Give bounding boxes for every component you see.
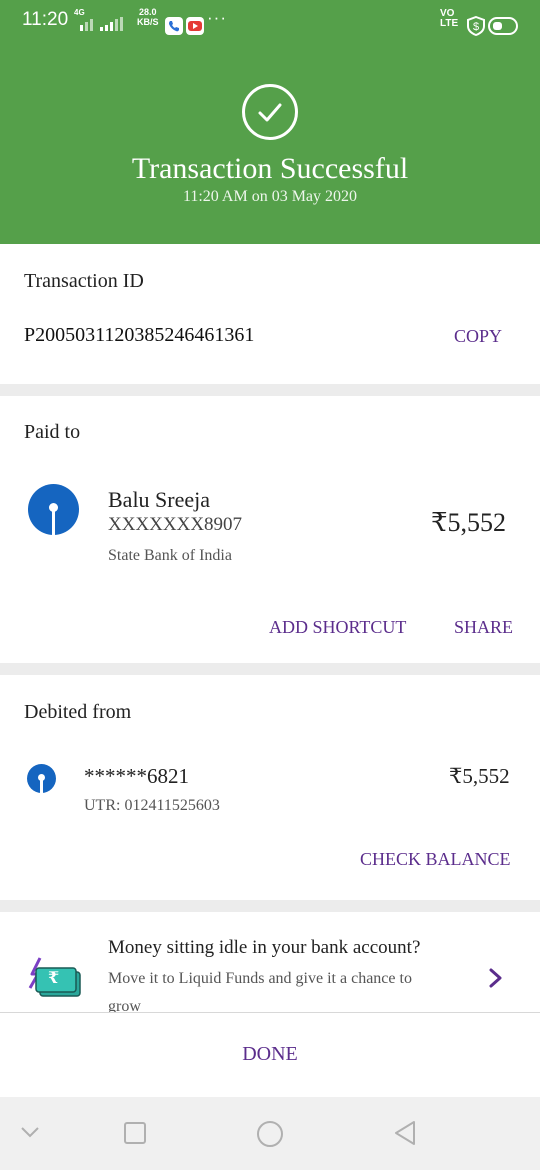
transaction-id-label: Transaction ID [24,270,144,292]
payee-name: Balu Sreeja [108,487,211,512]
home-icon[interactable] [256,1120,284,1148]
add-shortcut-button[interactable]: ADD SHORTCUT [269,617,406,638]
done-button[interactable]: DONE [0,1043,540,1066]
signal-icon [80,17,123,31]
paid-amount: ₹5,552 [431,508,507,537]
chevron-down-icon[interactable] [20,1125,40,1139]
paid-to-label: Paid to [24,421,81,443]
youtube-app-icon [186,17,204,35]
status-bar: 11:20 4G 28.0 KB/S ··· VO LTE $ [0,0,540,44]
transaction-timestamp: 11:20 AM on 03 May 2020 [182,188,358,205]
volte-bottom: LTE [440,18,459,29]
network-type: 4G [74,8,85,17]
section-divider [0,384,540,396]
check-balance-button[interactable]: CHECK BALANCE [360,849,511,870]
speed-value: 28.0 [138,7,157,17]
debit-amount: ₹5,552 [449,764,510,788]
battery-icon [488,17,518,35]
shield-dollar-icon: $ [467,16,485,36]
status-time: 11:20 [22,9,69,30]
back-icon[interactable] [392,1119,418,1147]
volte-indicator: VO LTE [440,9,458,29]
transaction-id-value: P2005031120385246461361 [24,324,255,346]
speed-unit: KB/S [137,17,159,27]
debited-from-label: Debited from [24,701,132,723]
sbi-bank-logo [28,484,79,535]
share-button[interactable]: SHARE [454,617,513,638]
payee-bank: State Bank of India [108,547,232,564]
liquid-funds-promo[interactable]: ₹ Money sitting idle in your bank accoun… [0,912,540,1012]
more-notifications-icon: ··· [207,8,227,27]
section-divider [0,900,540,912]
success-check-icon [242,84,298,140]
promo-body-continued: grow [108,998,141,1012]
payee-account: XXXXXXX8907 [108,514,243,535]
svg-text:$: $ [473,21,479,33]
success-header: Transaction Successful 11:20 AM on 03 Ma… [0,44,540,244]
page-title: Transaction Successful [131,152,409,185]
promo-title: Money sitting idle in your bank account? [108,937,421,958]
footer-divider [0,1012,540,1013]
sbi-bank-logo-small [27,764,56,793]
rupee-symbol: ₹ [48,970,60,987]
chevron-right-icon[interactable] [488,967,504,989]
section-divider [0,663,540,675]
phone-app-icon [165,17,183,35]
debit-account: ******6821 [84,764,189,788]
recents-icon[interactable] [123,1121,147,1145]
copy-button[interactable]: COPY [454,326,502,347]
system-nav-bar [0,1097,540,1170]
utr-number: UTR: 012411525603 [84,797,220,814]
network-speed: 28.0 KB/S [137,7,159,27]
promo-body: Move it to Liquid Funds and give it a ch… [108,970,412,987]
